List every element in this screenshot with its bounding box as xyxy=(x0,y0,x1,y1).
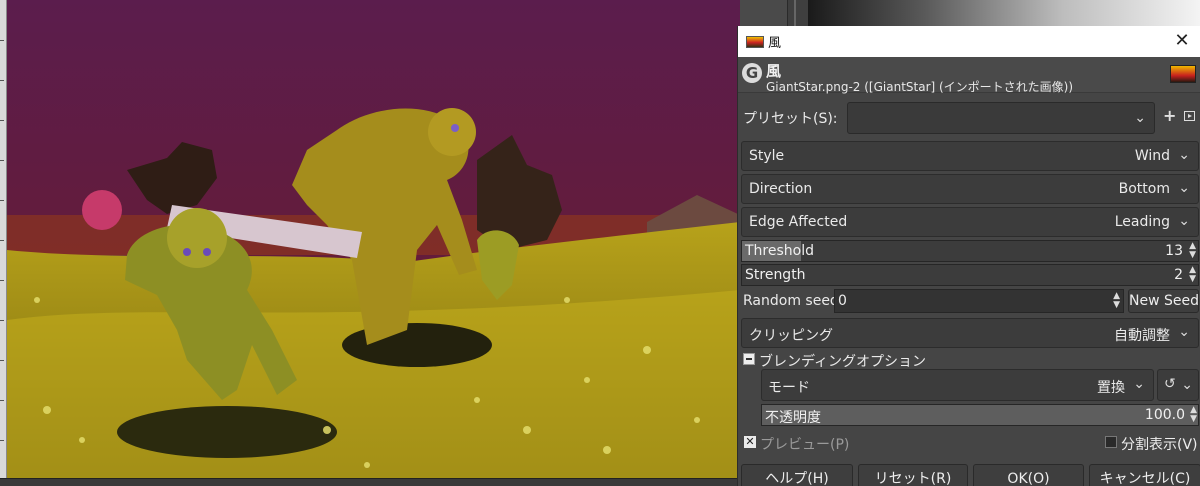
mode-combo[interactable]: モード 置換 ⌄ xyxy=(761,369,1154,401)
strength-label: Strength xyxy=(745,267,806,283)
style-label: Style xyxy=(749,148,785,164)
clipping-combo[interactable]: クリッピング 自動調整 ⌄ xyxy=(741,318,1199,348)
edge-affected-value: Leading xyxy=(1114,214,1170,230)
chevron-down-icon: ⌄ xyxy=(1178,324,1190,340)
dialog-window-title: 風 xyxy=(768,36,782,51)
cancel-button[interactable]: キャンセル(C) xyxy=(1089,464,1200,486)
strength-value: 2 xyxy=(1174,267,1183,283)
preview-label[interactable]: プレビュー(P) xyxy=(760,434,849,454)
canvas-scrollbar[interactable] xyxy=(787,0,809,26)
new-seed-button[interactable]: New Seed xyxy=(1128,289,1199,313)
collapse-icon[interactable] xyxy=(743,353,755,365)
composite-mode-icon: ↺ xyxy=(1164,376,1176,392)
presets-menu-icon[interactable] xyxy=(1184,111,1195,121)
close-icon[interactable]: ✕ xyxy=(1172,31,1192,51)
image-thumbnail-icon xyxy=(746,35,764,48)
mode-value: 置換 xyxy=(1097,380,1125,396)
clipping-value: 自動調整 xyxy=(1114,328,1170,344)
gimp-logo-icon: G xyxy=(742,63,762,83)
opacity-label: 不透明度 xyxy=(765,410,821,426)
direction-label: Direction xyxy=(749,181,813,197)
vertical-ruler xyxy=(0,0,7,486)
chevron-down-icon: ⌄ xyxy=(1178,180,1190,196)
image-preview-thumbnail xyxy=(1170,65,1196,83)
image-canvas[interactable] xyxy=(7,0,740,478)
random-seed-input[interactable]: 0 ▲ ▼ xyxy=(834,289,1124,313)
random-seed-row: Random seed 0 ▲ ▼ New Seed xyxy=(738,288,1200,314)
mode-label: モード xyxy=(768,380,810,396)
help-button[interactable]: ヘルプ(H) xyxy=(741,464,853,486)
gradient-preview xyxy=(808,0,1200,26)
edge-affected-label: Edge Affected xyxy=(749,214,848,230)
chevron-down-icon: ⌄ xyxy=(1133,376,1145,392)
random-seed-value: 0 xyxy=(838,293,847,309)
spin-arrows-icon[interactable]: ▲ ▼ xyxy=(1189,242,1196,260)
direction-value: Bottom xyxy=(1118,181,1170,197)
presets-row: プリセット(S): ⌄ + xyxy=(738,100,1200,134)
plus-icon[interactable]: + xyxy=(1163,106,1176,125)
composite-mode-button[interactable]: ↺ ⌄ xyxy=(1157,369,1199,401)
dialog-header: G 風 GiantStar.png-2 ([GiantStar] (インポートさ… xyxy=(738,57,1200,94)
clipping-label: クリッピング xyxy=(749,328,833,344)
chevron-down-icon: ⌄ xyxy=(1178,147,1190,163)
canvas-bottom-bar xyxy=(0,478,740,486)
wind-filter-dialog: 風 ✕ G 風 GiantStar.png-2 ([GiantStar] (イン… xyxy=(737,26,1200,486)
direction-combo[interactable]: Direction Bottom ⌄ xyxy=(741,174,1199,204)
random-seed-label: Random seed xyxy=(743,293,839,309)
chevron-down-icon: ⌄ xyxy=(1178,213,1190,229)
opacity-value: 100.0 xyxy=(1144,407,1185,423)
edge-affected-combo[interactable]: Edge Affected Leading ⌄ xyxy=(741,207,1199,237)
spin-arrows-icon[interactable]: ▲ ▼ xyxy=(1113,292,1120,310)
style-combo[interactable]: Style Wind ⌄ xyxy=(741,141,1199,171)
opacity-fill-bar xyxy=(762,405,1198,425)
blending-options-label: ブレンディングオプション xyxy=(759,354,927,370)
image-canvas-area xyxy=(0,0,800,486)
chevron-down-icon: ⌄ xyxy=(1134,110,1146,126)
opacity-spinscale[interactable]: 不透明度 100.0 ▲ ▼ xyxy=(761,404,1199,426)
strength-spinscale[interactable]: Strength 2 ▲ ▼ xyxy=(741,264,1199,286)
preview-row: ✕ プレビュー(P) 分割表示(V) xyxy=(738,433,1200,453)
screen: 風 ✕ G 風 GiantStar.png-2 ([GiantStar] (イン… xyxy=(0,0,1200,486)
dialog-titlebar[interactable]: 風 ✕ xyxy=(738,26,1200,57)
reset-button[interactable]: リセット(R) xyxy=(858,464,968,486)
split-view-label[interactable]: 分割表示(V) xyxy=(1121,434,1198,454)
chevron-down-icon: ⌄ xyxy=(1181,377,1193,393)
presets-combo[interactable]: ⌄ xyxy=(847,102,1155,134)
spin-arrows-icon[interactable]: ▲ ▼ xyxy=(1190,406,1197,424)
ok-button[interactable]: OK(O) xyxy=(973,464,1084,486)
style-value: Wind xyxy=(1134,148,1170,164)
spin-arrows-icon[interactable]: ▲ ▼ xyxy=(1189,266,1196,284)
threshold-spinscale[interactable]: Threshold 13 ▲ ▼ xyxy=(741,240,1199,262)
threshold-value: 13 xyxy=(1165,243,1183,259)
preview-checkbox[interactable]: ✕ xyxy=(744,436,756,448)
blending-options-expander[interactable]: ブレンディングオプション xyxy=(738,349,1200,370)
split-view-checkbox[interactable] xyxy=(1105,436,1117,448)
image-subtitle: GiantStar.png-2 ([GiantStar] (インポートされた画像… xyxy=(766,80,1074,94)
presets-label: プリセット(S): xyxy=(743,111,838,127)
threshold-label: Threshold xyxy=(745,243,814,259)
